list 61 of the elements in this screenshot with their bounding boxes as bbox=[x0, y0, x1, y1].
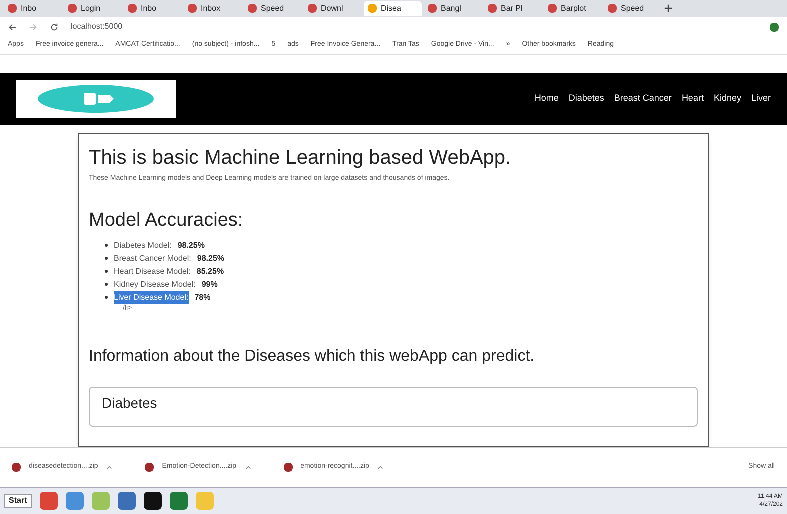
browser-tab[interactable]: Speed bbox=[604, 1, 662, 16]
section-heading: Model Accuracies: bbox=[89, 208, 244, 232]
nav-link[interactable]: Diabetes bbox=[568, 92, 604, 106]
address-field[interactable]: localhost:5000 bbox=[71, 21, 758, 33]
accuracy-label: Kidney Disease Model: bbox=[114, 279, 196, 291]
caret-icon[interactable] bbox=[106, 464, 114, 471]
accuracy-label: Heart Disease Model: bbox=[114, 266, 191, 278]
section-heading: Information about the Diseases which this webApp can predict. bbox=[89, 346, 536, 366]
tab-favicon-icon bbox=[548, 4, 557, 13]
browser-tab[interactable]: Inbo bbox=[124, 1, 182, 16]
accuracy-value: 99% bbox=[202, 279, 218, 291]
card-heading: Diabetes bbox=[102, 394, 158, 410]
reload-icon[interactable] bbox=[50, 22, 59, 32]
browser-tab[interactable]: Bar Pl bbox=[484, 1, 542, 16]
start-button[interactable]: Start bbox=[4, 494, 32, 508]
bullet-icon bbox=[105, 257, 108, 260]
tab-favicon-icon bbox=[68, 4, 77, 13]
app-icon bbox=[92, 492, 110, 510]
nav-link[interactable]: Kidney bbox=[714, 92, 742, 106]
tab-favicon-icon bbox=[248, 4, 257, 13]
tab-favicon-icon bbox=[368, 4, 377, 13]
tab-favicon-icon bbox=[488, 4, 497, 13]
bullet-icon bbox=[105, 244, 108, 247]
logo-icon bbox=[36, 84, 156, 114]
tab-favicon-icon bbox=[128, 4, 137, 13]
accuracy-label: Liver Disease Model: bbox=[114, 291, 189, 304]
bullet-icon bbox=[105, 296, 108, 299]
tab-favicon-icon bbox=[188, 4, 197, 13]
tab-favicon-icon bbox=[428, 4, 437, 13]
browser-tab[interactable]: Inbo bbox=[4, 1, 62, 16]
browser-tab[interactable]: Speed bbox=[244, 1, 302, 16]
browser-tab[interactable]: Bangl bbox=[424, 1, 482, 16]
tab-favicon-icon bbox=[608, 4, 617, 13]
bullet-icon bbox=[105, 270, 108, 273]
bullet-icon bbox=[105, 283, 108, 286]
back-icon[interactable] bbox=[8, 22, 17, 32]
accuracy-value: 85.25% bbox=[196, 266, 224, 278]
browser-tab[interactable]: Disea bbox=[364, 1, 422, 16]
browser-tab[interactable]: Barplot bbox=[544, 1, 602, 16]
accuracy-label: Breast Cancer Model: bbox=[114, 253, 192, 265]
tab-favicon-icon bbox=[8, 4, 17, 13]
page-title: This is basic Machine Learning based WebApp. bbox=[89, 146, 512, 170]
browser-tab[interactable]: Login bbox=[64, 1, 122, 16]
browser-tab[interactable]: Downl bbox=[304, 1, 362, 16]
accuracy-label: Diabetes Model: bbox=[114, 240, 172, 252]
caret-icon[interactable] bbox=[244, 464, 252, 471]
avatar-icon bbox=[770, 22, 779, 32]
accuracy-value: 98.25% bbox=[197, 253, 225, 265]
new-tab-icon[interactable] bbox=[664, 4, 673, 13]
app-icon bbox=[118, 492, 136, 510]
nav-link[interactable]: Heart bbox=[682, 92, 704, 106]
accuracy-value: 98.25% bbox=[178, 240, 205, 252]
nav-link[interactable]: Breast Cancer bbox=[614, 92, 672, 106]
accuracy-value: 78% bbox=[194, 292, 211, 304]
nav-link[interactable]: Home bbox=[534, 92, 559, 106]
app-icon bbox=[66, 492, 84, 510]
nav-link[interactable]: Liver bbox=[751, 92, 771, 106]
caret-icon[interactable] bbox=[377, 464, 384, 471]
forward-icon[interactable] bbox=[29, 22, 38, 32]
browser-tab[interactable]: Inbox bbox=[184, 1, 242, 16]
tab-favicon-icon bbox=[308, 4, 317, 13]
